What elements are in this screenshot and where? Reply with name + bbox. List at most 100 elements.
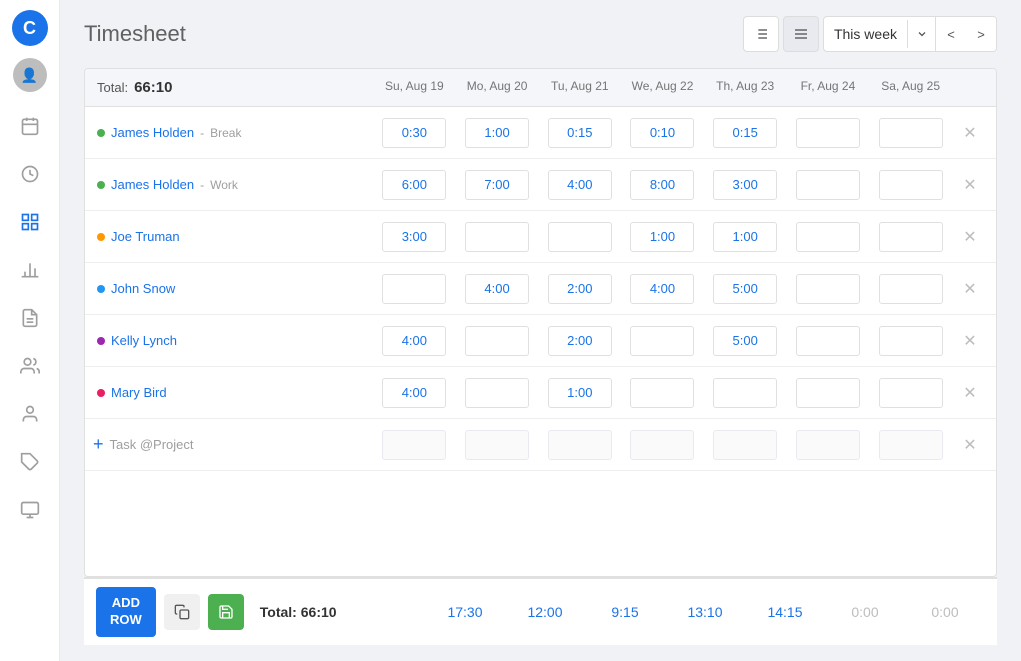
- time-input-r4-c2[interactable]: [548, 326, 612, 356]
- footer: ADDROW Total: 66:10 17:3012:009:1513:101…: [84, 577, 997, 645]
- sidebar-item-grid[interactable]: [8, 200, 52, 244]
- time-input-r2-c0[interactable]: [382, 222, 446, 252]
- col-sat: Sa, Aug 25: [869, 69, 952, 106]
- time-input-r4-c3[interactable]: [630, 326, 694, 356]
- time-input-r2-c3[interactable]: [630, 222, 694, 252]
- time-input-r5-c0[interactable]: [382, 378, 446, 408]
- time-input-r5-c2[interactable]: [548, 378, 612, 408]
- add-row-delete[interactable]: ✕: [952, 435, 988, 455]
- prev-week-button[interactable]: <: [936, 17, 966, 51]
- row-employee-name[interactable]: Joe Truman: [111, 229, 180, 244]
- row-time-cell-6: [869, 374, 952, 412]
- time-input-r5-c4[interactable]: [713, 378, 777, 408]
- time-input-r3-c0[interactable]: [382, 274, 446, 304]
- time-input-r5-c5[interactable]: [796, 378, 860, 408]
- sidebar-item-tag[interactable]: [8, 440, 52, 484]
- row-employee-name[interactable]: John Snow: [111, 281, 175, 296]
- delete-row-button[interactable]: ✕: [952, 227, 988, 247]
- time-input-r0-c6[interactable]: [879, 118, 943, 148]
- time-input-r1-c0[interactable]: [382, 170, 446, 200]
- copy-button[interactable]: [164, 594, 200, 630]
- week-label: This week: [824, 20, 908, 48]
- time-input-r2-c2[interactable]: [548, 222, 612, 252]
- row-task-label: Break: [210, 126, 241, 140]
- time-input-r1-c4[interactable]: [713, 170, 777, 200]
- row-employee-name[interactable]: James Holden: [111, 125, 194, 140]
- time-input-r5-c6[interactable]: [879, 378, 943, 408]
- delete-row-button[interactable]: ✕: [952, 383, 988, 403]
- time-input-r1-c5[interactable]: [796, 170, 860, 200]
- row-time-cell-2: [538, 114, 621, 152]
- view-grid-button[interactable]: [783, 16, 819, 52]
- view-list-button[interactable]: [743, 16, 779, 52]
- time-input-r1-c1[interactable]: [465, 170, 529, 200]
- add-time-0: [373, 426, 456, 464]
- time-input-r0-c4[interactable]: [713, 118, 777, 148]
- time-input-r4-c6[interactable]: [879, 326, 943, 356]
- footer-sum-5: 0:00: [825, 598, 905, 626]
- row-time-cell-3: [621, 114, 704, 152]
- time-input-r5-c1[interactable]: [465, 378, 529, 408]
- time-input-r0-c0[interactable]: [382, 118, 446, 148]
- row-employee-name[interactable]: Kelly Lynch: [111, 333, 177, 348]
- row-time-cell-0: [373, 322, 456, 360]
- row-time-cell-2: [538, 218, 621, 256]
- add-task-button[interactable]: + Task @Project: [93, 434, 373, 455]
- row-time-cell-5: [787, 166, 870, 204]
- row-time-cell-4: [704, 270, 787, 308]
- time-input-r4-c1[interactable]: [465, 326, 529, 356]
- time-input-r4-c5[interactable]: [796, 326, 860, 356]
- delete-row-button[interactable]: ✕: [952, 279, 988, 299]
- time-input-r1-c3[interactable]: [630, 170, 694, 200]
- time-input-r2-c1[interactable]: [465, 222, 529, 252]
- sidebar-item-chart[interactable]: [8, 248, 52, 292]
- row-employee-name[interactable]: James Holden: [111, 177, 194, 192]
- sidebar-item-monitor[interactable]: [8, 488, 52, 532]
- avatar[interactable]: 👤: [13, 58, 47, 92]
- time-input-r3-c6[interactable]: [879, 274, 943, 304]
- time-input-r1-c2[interactable]: [548, 170, 612, 200]
- time-input-r0-c3[interactable]: [630, 118, 694, 148]
- time-input-r3-c2[interactable]: [548, 274, 612, 304]
- time-input-r3-c1[interactable]: [465, 274, 529, 304]
- time-input-r3-c4[interactable]: [713, 274, 777, 304]
- sidebar-item-clock[interactable]: [8, 152, 52, 196]
- row-time-cell-1: [456, 374, 539, 412]
- time-input-r3-c3[interactable]: [630, 274, 694, 304]
- row-employee-name[interactable]: Mary Bird: [111, 385, 167, 400]
- time-input-r2-c5[interactable]: [796, 222, 860, 252]
- sidebar-item-document[interactable]: [8, 296, 52, 340]
- time-input-r5-c3[interactable]: [630, 378, 694, 408]
- footer-sum-0: 17:30: [425, 598, 505, 626]
- time-input-r3-c5[interactable]: [796, 274, 860, 304]
- footer-sum-3: 13:10: [665, 598, 745, 626]
- next-week-button[interactable]: >: [966, 17, 996, 51]
- week-dropdown-button[interactable]: [908, 17, 936, 51]
- save-button[interactable]: [208, 594, 244, 630]
- time-input-r0-c5[interactable]: [796, 118, 860, 148]
- time-input-r4-c0[interactable]: [382, 326, 446, 356]
- table-header-row: Total: 66:10 Su, Aug 19 Mo, Aug 20 Tu, A…: [85, 69, 996, 107]
- app-logo[interactable]: C: [12, 10, 48, 46]
- time-input-r4-c4[interactable]: [713, 326, 777, 356]
- row-time-cell-0: [373, 114, 456, 152]
- sidebar-item-user[interactable]: [8, 392, 52, 436]
- row-time-cell-0: [373, 166, 456, 204]
- delete-row-button[interactable]: ✕: [952, 175, 988, 195]
- time-input-r2-c6[interactable]: [879, 222, 943, 252]
- delete-row-button[interactable]: ✕: [952, 123, 988, 143]
- delete-row-button[interactable]: ✕: [952, 331, 988, 351]
- time-input-r1-c6[interactable]: [879, 170, 943, 200]
- row-time-cell-5: [787, 270, 870, 308]
- row-time-cell-2: [538, 166, 621, 204]
- time-input-r0-c2[interactable]: [548, 118, 612, 148]
- col-wed: We, Aug 22: [621, 69, 704, 106]
- time-input-r2-c4[interactable]: [713, 222, 777, 252]
- time-input-r0-c1[interactable]: [465, 118, 529, 148]
- table-row: James Holden - Break✕: [85, 107, 996, 159]
- row-dot-icon: [97, 129, 105, 137]
- add-row-button[interactable]: ADDROW: [96, 587, 156, 637]
- sidebar-item-calendar[interactable]: [8, 104, 52, 148]
- sidebar-item-users[interactable]: [8, 344, 52, 388]
- table-row: Joe Truman ✕: [85, 211, 996, 263]
